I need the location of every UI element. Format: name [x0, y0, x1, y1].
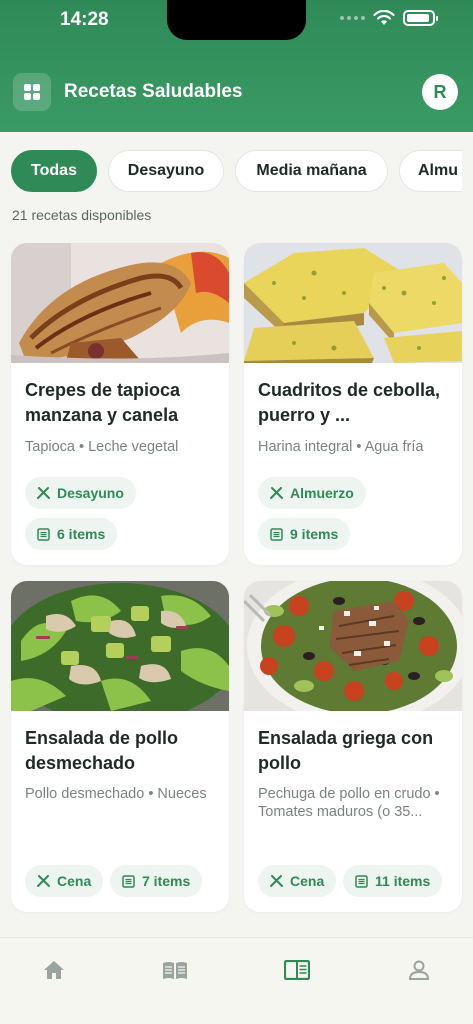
grid-icon [24, 84, 40, 100]
recipe-title: Ensalada griega con pollo [258, 728, 434, 773]
recipe-image [244, 243, 462, 363]
items-count-label: 11 items [375, 873, 431, 889]
list-icon [270, 527, 283, 541]
items-count-label: 9 items [290, 526, 339, 542]
menu-grid-button[interactable] [13, 73, 51, 111]
meal-type-tag: Cena [258, 865, 337, 897]
user-avatar[interactable]: R [422, 74, 458, 110]
recipe-ingredients: Harina integral • Agua fría [258, 439, 424, 455]
list-icon [122, 874, 135, 888]
recipe-ingredients: Pechuga de pollo en crudo • Tomates madu… [258, 786, 440, 820]
nav-profile[interactable] [406, 958, 432, 982]
recipe-card[interactable]: Ensalada griega con pollo Pechuga de pol… [244, 581, 462, 912]
app-header: 14:28 Recetas Saludables R [0, 0, 473, 132]
meal-type-label: Desayuno [57, 485, 124, 501]
home-icon [44, 961, 64, 979]
items-count-tag: 6 items [25, 518, 118, 550]
book-icon [163, 962, 187, 979]
items-count-tag: 7 items [110, 865, 203, 897]
recipe-title: Cuadritos de cebolla, puerro y ... [258, 380, 441, 425]
recipes-count: 21 recetas disponibles [12, 207, 152, 223]
meal-type-label: Cena [290, 873, 325, 889]
recipe-card[interactable]: Crepes de tapioca manzana y canela Tapio… [11, 243, 229, 565]
meal-type-tag: Cena [25, 865, 104, 897]
recipe-title: Crepes de tapioca manzana y canela [25, 380, 181, 425]
list-icon [355, 874, 368, 888]
profile-icon [408, 960, 430, 980]
filter-chip-media-manana[interactable]: Media mañana [235, 150, 388, 192]
meal-type-label: Cena [57, 873, 92, 889]
utensils-icon [37, 486, 50, 499]
meal-type-label: Almuerzo [290, 485, 354, 501]
status-time: 14:28 [60, 9, 109, 30]
meal-type-tag: Desayuno [25, 477, 136, 509]
items-count-tag: 9 items [258, 518, 351, 550]
category-filter-bar: Todas Desayuno Media mañana Almu [11, 150, 462, 192]
app-title: Recetas Saludables [64, 81, 243, 102]
utensils-icon [37, 874, 50, 887]
filter-chip-almuerzo[interactable]: Almu [399, 150, 462, 192]
list-icon [37, 527, 50, 541]
items-count-label: 6 items [57, 526, 106, 542]
recipe-title: Ensalada de pollo desmechado [25, 728, 179, 773]
nav-book[interactable] [162, 958, 188, 982]
recipe-image [244, 581, 462, 711]
status-icons [340, 10, 438, 26]
recipe-ingredients: Pollo desmechado • Nueces [25, 786, 207, 802]
nav-recipes[interactable] [284, 958, 310, 982]
recipe-ingredients: Tapioca • Leche vegetal [25, 439, 179, 455]
items-count-tag: 11 items [343, 865, 443, 897]
utensils-icon [270, 874, 283, 887]
items-count-label: 7 items [142, 873, 191, 889]
wifi-icon [373, 10, 395, 25]
utensils-icon [270, 486, 283, 499]
meal-type-tag: Almuerzo [258, 477, 366, 509]
recipe-card[interactable]: Ensalada de pollo desmechado Pollo desme… [11, 581, 229, 912]
recipe-image [11, 581, 229, 711]
bottom-navigation [0, 937, 473, 1024]
nav-home[interactable] [41, 958, 67, 982]
signal-icon [340, 16, 365, 20]
dynamic-island [167, 0, 306, 40]
filter-chip-todas[interactable]: Todas [11, 150, 97, 192]
battery-icon [403, 10, 438, 26]
recipe-card[interactable]: Cuadritos de cebolla, puerro y ... Harin… [244, 243, 462, 565]
filter-chip-desayuno[interactable]: Desayuno [108, 150, 224, 192]
recipes-icon [284, 960, 310, 980]
recipe-image [11, 243, 229, 363]
